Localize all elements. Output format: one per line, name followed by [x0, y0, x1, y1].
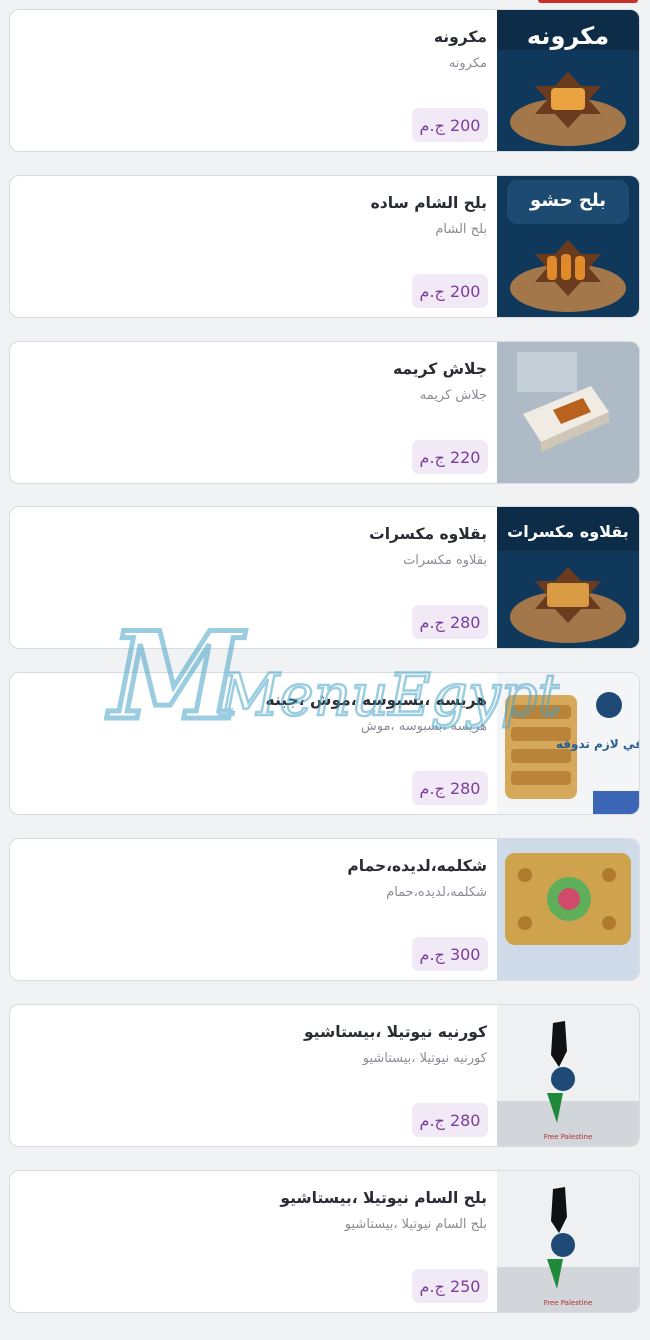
item-title: بلح الشام ساده [370, 194, 487, 212]
menu-item-card[interactable]: بلح الشام ساده بلح الشام 200 ج.م بلح حشو [9, 175, 640, 318]
photo-caption: Free Palestine [544, 1299, 593, 1307]
photo-caption: Free Palestine [544, 1133, 593, 1141]
item-description: شكلمه،لديده،حمام [386, 885, 487, 900]
item-title: جلاش كريمه [393, 360, 487, 378]
menu-item-card[interactable]: هريسه ،بسبوسه ،موش ،جبنه هريسه ،بسبوسه ،… [9, 672, 640, 815]
item-description: بقلاوه مكسرات [403, 553, 487, 568]
item-title: بقلاوه مكسرات [369, 525, 487, 543]
item-title: شكلمه،لديده،حمام [347, 857, 487, 875]
menu-item-card[interactable]: جلاش كريمه جلاش كريمه 220 ج.م [9, 341, 640, 484]
menu-item-card[interactable]: مكرونه مكرونه 200 ج.م مكرونه [9, 9, 640, 152]
item-title: كورنيه نيوتيلا ،بيستاشيو [303, 1023, 487, 1041]
item-title: هريسه ،بسبوسه ،موش ،جبنه [265, 691, 487, 709]
menu-item-card[interactable]: بلح السام نيوتيلا ،بيستاشيو بلح السام ني… [9, 1170, 640, 1313]
photo-caption: شرقي لازم تدوقه [556, 737, 639, 752]
item-description: هريسه ،بسبوسه ،موش [360, 719, 487, 734]
item-description: كورنيه نيوتيلا ،بيستاشيو [362, 1051, 487, 1066]
item-price-badge[interactable]: 300 ج.م [412, 937, 488, 971]
item-photo[interactable]: بلح حشو [497, 176, 639, 317]
item-description: بلح السام نيوتيلا ،بيستاشيو [344, 1217, 487, 1232]
item-photo[interactable]: Free Palestine [497, 1005, 639, 1146]
item-photo[interactable]: Free Palestine [497, 1171, 639, 1312]
menu-item-card[interactable]: شكلمه،لديده،حمام شكلمه،لديده،حمام 300 ج.… [9, 838, 640, 981]
item-price-badge[interactable]: 250 ج.م [412, 1269, 488, 1303]
item-title: مكرونه [433, 28, 487, 46]
item-photo[interactable]: شرقي لازم تدوقه [497, 673, 639, 814]
menu-item-card[interactable]: كورنيه نيوتيلا ،بيستاشيو كورنيه نيوتيلا … [9, 1004, 640, 1147]
item-photo[interactable] [497, 839, 639, 980]
item-price-badge[interactable]: 220 ج.م [412, 440, 488, 474]
item-price-badge[interactable]: 280 ج.م [412, 1103, 488, 1137]
item-photo[interactable]: بقلاوه مكسرات [497, 507, 639, 648]
item-price-badge[interactable]: 280 ج.م [412, 605, 488, 639]
item-price-badge[interactable]: 280 ج.م [412, 771, 488, 805]
item-photo[interactable]: مكرونه [497, 10, 639, 151]
item-title: بلح السام نيوتيلا ،بيستاشيو [280, 1189, 487, 1207]
menu-item-card[interactable]: بقلاوه مكسرات بقلاوه مكسرات 280 ج.م بقلا… [9, 506, 640, 649]
item-description: جلاش كريمه [419, 388, 487, 403]
photo-caption: مكرونه [527, 22, 609, 50]
item-price-badge[interactable]: 200 ج.م [412, 274, 488, 308]
item-description: مكرونه [448, 56, 487, 71]
photo-caption: بقلاوه مكسرات [507, 522, 629, 541]
item-description: بلح الشام [435, 222, 487, 237]
item-photo[interactable] [497, 342, 639, 483]
photo-caption: بلح حشو [529, 190, 606, 211]
item-price-badge[interactable]: 200 ج.م [412, 108, 488, 142]
top-accent-bar [538, 0, 638, 3]
